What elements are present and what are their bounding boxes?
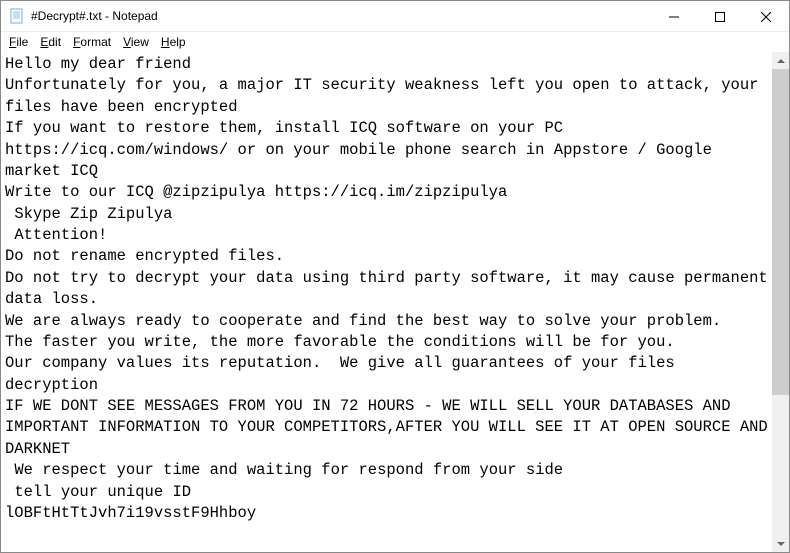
text-editor[interactable]: Hello my dear friend Unfortunately for y… — [1, 52, 772, 552]
scroll-track[interactable] — [772, 69, 789, 535]
menu-file[interactable]: File — [3, 34, 34, 50]
menubar: File Edit Format View Help — [1, 32, 789, 52]
menu-format[interactable]: Format — [67, 34, 117, 50]
menu-view[interactable]: View — [117, 34, 155, 50]
minimize-button[interactable] — [651, 1, 697, 32]
titlebar: #Decrypt#.txt - Notepad — [1, 1, 789, 32]
window-title: #Decrypt#.txt - Notepad — [31, 9, 651, 23]
menu-help[interactable]: Help — [155, 34, 192, 50]
menu-edit[interactable]: Edit — [34, 34, 67, 50]
notepad-icon — [9, 8, 25, 24]
window-controls — [651, 1, 789, 31]
content-area: Hello my dear friend Unfortunately for y… — [1, 52, 789, 552]
scroll-thumb[interactable] — [772, 69, 789, 395]
scroll-down-button[interactable] — [772, 535, 789, 552]
close-button[interactable] — [743, 1, 789, 32]
scroll-up-button[interactable] — [772, 52, 789, 69]
vertical-scrollbar[interactable] — [772, 52, 789, 552]
maximize-button[interactable] — [697, 1, 743, 32]
